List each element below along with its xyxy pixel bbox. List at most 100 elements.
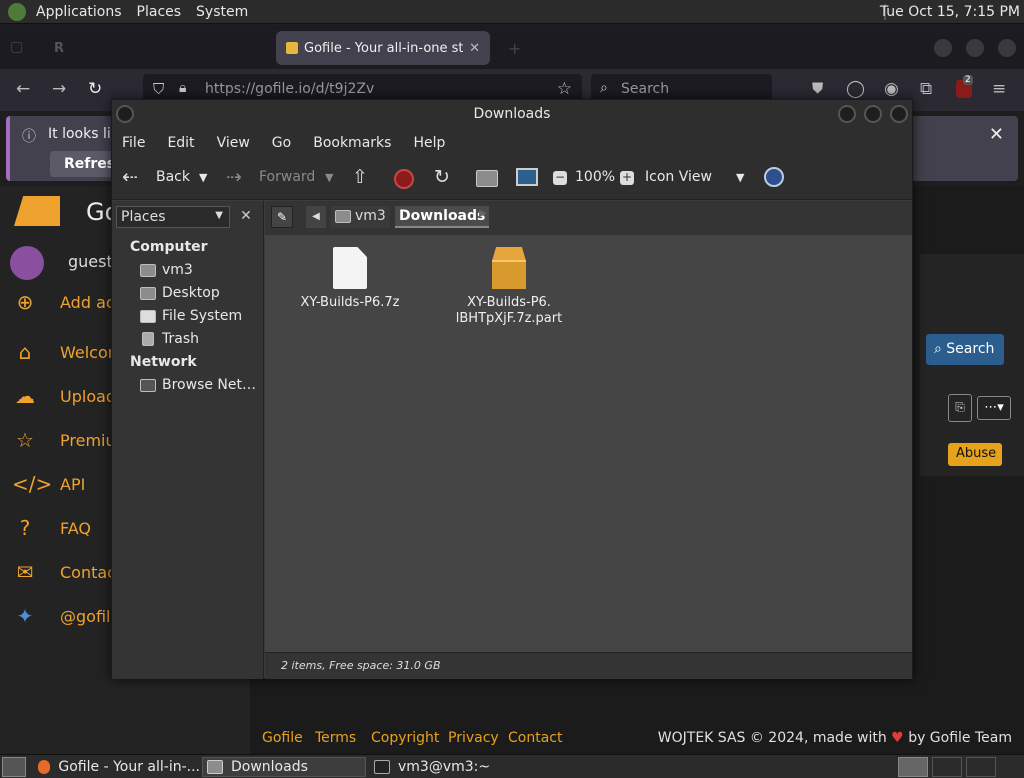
browser-tab-gofile[interactable]: Gofile - Your all-in-one sto ✕ — [276, 31, 490, 65]
close-window-button[interactable] — [998, 39, 1016, 57]
breadcrumb-vm3[interactable]: vm3 — [331, 206, 390, 228]
url-text[interactable]: https://gofile.io/d/t9j2Zv — [205, 81, 374, 97]
places-menu[interactable]: Places — [137, 4, 182, 20]
forward-arrow-icon[interactable]: → — [52, 79, 66, 99]
computer-icon[interactable] — [516, 168, 538, 186]
sidebar-item-vm3[interactable]: vm3 — [140, 262, 193, 278]
footer-link-copyright[interactable]: Copyright — [371, 730, 439, 746]
pocket-icon[interactable]: ⛊ — [812, 79, 823, 97]
nav-contact[interactable]: ✉ Contac — [12, 560, 116, 584]
menu-go[interactable]: Go — [272, 135, 291, 151]
reload-icon[interactable]: ↻ — [434, 166, 450, 188]
window-titlebar[interactable]: Downloads — [112, 100, 912, 128]
close-button[interactable] — [890, 105, 908, 123]
avatar[interactable] — [10, 246, 44, 280]
system-menu[interactable]: System — [196, 4, 248, 20]
network-icon — [140, 378, 156, 392]
show-desktop-icon[interactable] — [2, 757, 26, 777]
bookmark-star-icon[interactable]: ☆ — [557, 79, 572, 99]
maximize-button[interactable] — [864, 105, 882, 123]
taskbar-item-downloads[interactable]: Downloads — [202, 757, 366, 777]
breadcrumb-downloads[interactable]: Downloads — [395, 206, 490, 228]
file-icon-view[interactable]: XY-Builds-P6.7z XY-Builds-P6. lBHTpXjF.7… — [265, 235, 912, 652]
close-notification-icon[interactable]: ✕ — [989, 124, 1004, 145]
sidebar-item-desktop[interactable]: Desktop — [140, 285, 220, 301]
footer-link-terms[interactable]: Terms — [315, 730, 356, 746]
footer-link-gofile[interactable]: Gofile — [262, 730, 303, 746]
menu-edit[interactable]: Edit — [167, 135, 194, 151]
sidebar-item-file-system[interactable]: File System — [140, 308, 242, 324]
workspace-3[interactable] — [966, 757, 996, 777]
sidebar-item-trash[interactable]: Trash — [140, 331, 199, 347]
view-mode-dropdown-icon[interactable]: ▼ — [736, 171, 744, 184]
browser-tab-inactive[interactable]: R — [44, 31, 266, 65]
edit-location-icon[interactable]: ✎ — [271, 206, 293, 228]
home-folder-icon — [140, 263, 156, 277]
zoom-out-icon[interactable]: − — [553, 171, 567, 185]
minimize-button[interactable] — [838, 105, 856, 123]
nav-api[interactable]: </> API — [12, 472, 85, 496]
view-mode-select[interactable]: Icon View — [645, 169, 712, 185]
file-item[interactable]: XY-Builds-P6.7z — [292, 247, 408, 311]
clock[interactable]: Tue Oct 15, 7:15 PM — [880, 4, 1020, 20]
menu-view[interactable]: View — [217, 135, 250, 151]
menu-bookmarks[interactable]: Bookmarks — [313, 135, 391, 151]
sidebar-item-browse-network[interactable]: Browse Net… — [140, 377, 256, 393]
back-arrow-icon[interactable]: ← — [16, 79, 30, 99]
zoom-in-icon[interactable]: + — [620, 171, 634, 185]
footer-link-privacy[interactable]: Privacy — [448, 730, 499, 746]
search-magnifier-icon[interactable] — [764, 167, 784, 187]
applications-menu[interactable]: Applications — [36, 4, 122, 20]
reload-icon[interactable]: ↻ — [88, 79, 102, 99]
forward-arrow-icon[interactable]: ⇢ — [226, 166, 242, 188]
gofile-logo-icon[interactable] — [14, 196, 60, 226]
back-button[interactable]: Back — [156, 169, 190, 185]
hamburger-menu-icon[interactable]: ≡ — [992, 79, 1006, 99]
nav-twitter[interactable]: ✦ @gofile — [12, 604, 121, 628]
new-tab-icon[interactable]: + — [508, 39, 521, 58]
back-arrow-icon[interactable]: ⇠ — [122, 166, 138, 188]
taskbar-item-firefox[interactable]: Gofile - Your all-in-... — [34, 757, 200, 777]
nav-label: Upload — [60, 386, 117, 406]
nav-faq[interactable]: ? FAQ — [12, 516, 91, 540]
extension-circle-icon[interactable]: ◯ — [846, 79, 865, 99]
close-sidebar-icon[interactable]: ✕ — [236, 206, 256, 228]
minimize-window-button[interactable] — [934, 39, 952, 57]
more-options-button[interactable]: ⋯▾ — [977, 396, 1011, 420]
forward-button[interactable]: Forward — [259, 169, 315, 185]
sidebar-places-select[interactable]: Places ▼ — [116, 206, 230, 228]
file-item[interactable]: XY-Builds-P6. lBHTpXjF.7z.part — [451, 247, 567, 327]
shield-icon[interactable]: ⛉ — [153, 80, 164, 98]
back-history-dropdown-icon[interactable]: ▼ — [199, 171, 207, 184]
home-folder-icon[interactable] — [476, 170, 498, 187]
account-icon[interactable]: ◉ — [884, 79, 899, 99]
sidebar: Places ▼ ✕ Computer vm3 Desktop File Sys… — [112, 201, 264, 679]
nav-premium[interactable]: ☆ Premiu — [12, 428, 116, 452]
workspace-2[interactable] — [932, 757, 962, 777]
maximize-window-button[interactable] — [966, 39, 984, 57]
abuse-button[interactable]: Abuse — [948, 443, 1002, 466]
nav-welcome[interactable]: ⌂ Welcon — [12, 340, 118, 364]
path-scroll-left-icon[interactable]: ◀ — [306, 206, 326, 228]
file-name: XY-Builds-P6. — [467, 295, 551, 310]
lock-icon[interactable]: 🔒︎ — [179, 80, 186, 96]
nav-add-account[interactable]: ⊕ Add ac — [12, 290, 115, 314]
nav-upload[interactable]: ☁ Upload — [12, 384, 116, 408]
path-scroll-right-icon[interactable]: ▶ — [479, 208, 487, 219]
guest-username[interactable]: guest — [68, 252, 113, 271]
file-info-button[interactable]: ⎘ — [948, 394, 972, 422]
gofile-search-button[interactable]: ⌕ Search — [926, 334, 1004, 365]
workspace-1[interactable] — [898, 757, 928, 777]
extensions-puzzle-icon[interactable]: ⧉ — [920, 79, 932, 99]
up-arrow-icon[interactable]: ⇧ — [352, 166, 368, 188]
taskbar: Gofile - Your all-in-... Downloads vm3@v… — [0, 754, 1024, 778]
menu-help[interactable]: Help — [413, 135, 445, 151]
close-tab-icon[interactable]: ✕ — [469, 41, 480, 56]
system-logo-icon[interactable] — [8, 2, 26, 21]
footer-link-contact[interactable]: Contact — [508, 730, 562, 746]
stop-icon[interactable] — [394, 169, 414, 189]
forward-history-dropdown-icon[interactable]: ▼ — [325, 171, 333, 184]
taskbar-item-terminal[interactable]: vm3@vm3:~ — [370, 757, 540, 777]
menu-file[interactable]: File — [122, 135, 145, 151]
list-all-tabs-icon[interactable]: ▢ — [10, 39, 23, 55]
